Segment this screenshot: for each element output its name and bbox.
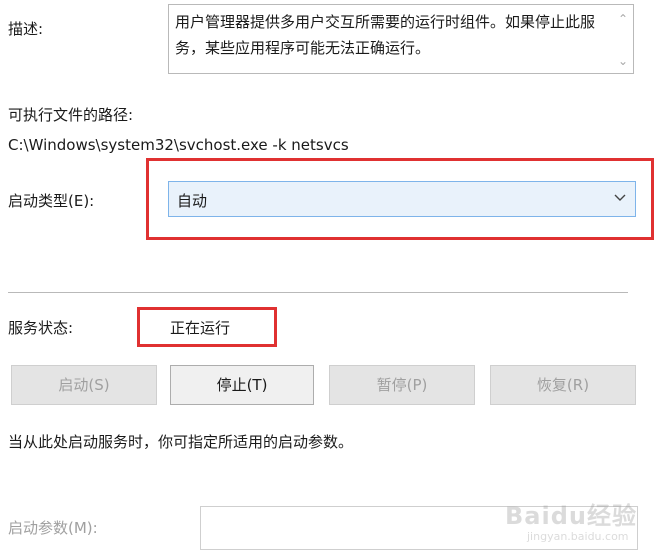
startup-type-dropdown[interactable]: 自动 (168, 181, 636, 217)
start-params-hint: 当从此处启动服务时，你可指定所适用的启动参数。 (8, 433, 354, 451)
start-params-input[interactable] (200, 506, 638, 550)
executable-path-value: C:\Windows\system32\svchost.exe -k netsv… (8, 136, 349, 154)
service-status-label: 服务状态: (8, 319, 74, 337)
pause-button[interactable]: 暂停(P) (329, 365, 475, 405)
startup-type-value: 自动 (177, 192, 208, 210)
executable-path-label: 可执行文件的路径: (8, 106, 134, 124)
scroll-down-icon[interactable]: ⌄ (613, 51, 633, 71)
start-button[interactable]: 启动(S) (11, 365, 157, 405)
service-status-value: 正在运行 (170, 319, 231, 337)
start-params-label: 启动参数(M): (8, 519, 98, 537)
section-divider (8, 292, 628, 293)
scroll-up-icon[interactable]: ⌃ (613, 9, 633, 29)
description-scrollbar[interactable]: ⌃ ⌄ (613, 5, 633, 73)
chevron-down-icon (614, 194, 626, 201)
startup-type-label: 启动类型(E): (8, 192, 95, 210)
description-label: 描述: (8, 20, 44, 38)
resume-button[interactable]: 恢复(R) (490, 365, 636, 405)
stop-button[interactable]: 停止(T) (170, 365, 314, 405)
description-textbox[interactable]: 用户管理器提供多用户交互所需要的运行时组件。如果停止此服务，某些应用程序可能无法… (168, 4, 634, 74)
description-text: 用户管理器提供多用户交互所需要的运行时组件。如果停止此服务，某些应用程序可能无法… (175, 13, 596, 57)
